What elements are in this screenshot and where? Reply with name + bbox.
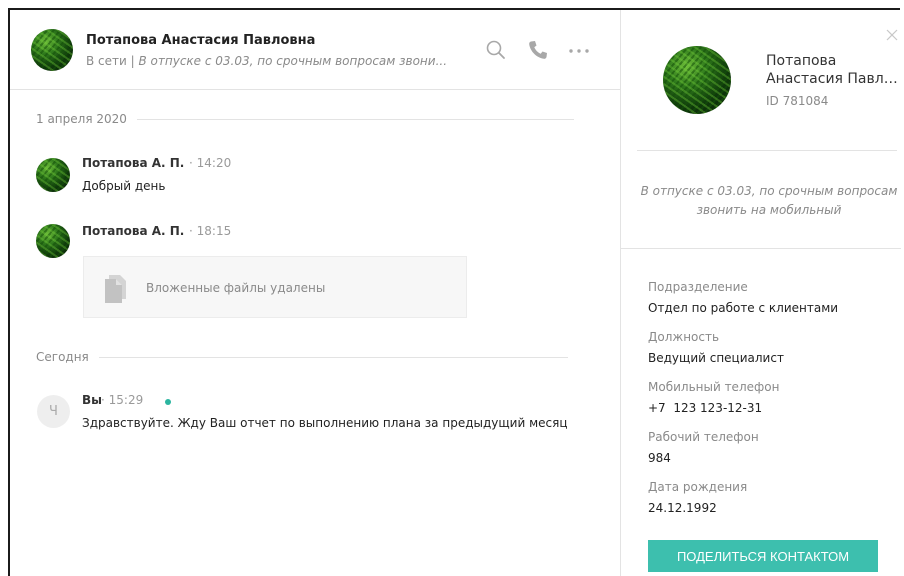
contact-status: В сети | В отпуске с 03.03, по срочным в…	[86, 54, 466, 68]
message-time: · 18:15	[189, 224, 232, 238]
online-status: В сети	[86, 54, 127, 68]
profile-avatar	[663, 46, 731, 114]
chat-header: Потапова Анастасия Павловна В сети | В о…	[10, 10, 620, 90]
profile-status-note: В отпуске с 03.03, по срочным вопросам з…	[640, 184, 898, 217]
separator-line	[136, 118, 574, 120]
field-value-work-phone[interactable]: 984	[648, 451, 671, 465]
profile-name-line2: Анастасия Павло...	[766, 71, 898, 87]
my-avatar: Ч	[37, 395, 70, 428]
field-value-position: Ведущий специалист	[648, 351, 784, 365]
profile-name: Потапова Анастасия Павло...	[766, 52, 898, 88]
field-label-position: Должность	[648, 330, 720, 344]
field-value-mobile[interactable]: +7 123 123-12-31	[648, 401, 762, 415]
message-time: · 14:20	[189, 156, 232, 170]
read-status-dot	[165, 399, 171, 405]
message-time: · 15:29	[101, 393, 144, 407]
message-author[interactable]: Потапова А. П.	[82, 156, 184, 170]
profile-id: ID 781084	[766, 94, 829, 108]
message-author: Вы	[82, 393, 102, 407]
message-text: Добрый день	[82, 179, 166, 193]
contact-avatar[interactable]	[31, 29, 73, 71]
close-icon[interactable]	[886, 26, 898, 45]
more-icon[interactable]	[567, 40, 591, 64]
field-label-birthday: Дата рождения	[648, 480, 748, 494]
message-author[interactable]: Потапова А. П.	[82, 224, 184, 238]
field-value-department: Отдел по работе с клиентами	[648, 301, 839, 315]
field-label-work-phone: Рабочий телефон	[648, 430, 759, 444]
date-label: 1 апреля 2020	[36, 112, 127, 126]
attachment-text: Вложенные файлы удалены	[146, 281, 326, 295]
date-label: Сегодня	[36, 350, 89, 364]
date-separator: 1 апреля 2020	[36, 112, 574, 126]
message-avatar[interactable]	[36, 158, 70, 192]
status-separator: |	[126, 54, 139, 68]
file-icon	[101, 273, 131, 309]
date-separator: Сегодня	[36, 350, 568, 364]
divider	[621, 248, 901, 249]
field-value-birthday: 24.12.1992	[648, 501, 717, 515]
away-status: В отпуске с 03.03, по срочным вопросам з…	[138, 54, 448, 68]
message-text: Здравствуйте. Жду Ваш отчет по выполнени…	[82, 416, 568, 430]
divider	[637, 150, 897, 151]
message-avatar[interactable]	[36, 224, 70, 258]
field-label-mobile: Мобильный телефон	[648, 380, 780, 394]
chat-panel: Потапова Анастасия Павловна В сети | В о…	[10, 10, 620, 576]
attachment-card[interactable]: Вложенные файлы удалены	[83, 256, 467, 318]
search-icon[interactable]	[486, 40, 506, 64]
field-label-department: Подразделение	[648, 280, 748, 294]
share-contact-button[interactable]: ПОДЕЛИТЬСЯ КОНТАКТОМ	[648, 540, 878, 572]
profile-name-line1: Потапова	[766, 53, 837, 69]
contact-name[interactable]: Потапова Анастасия Павловна	[86, 33, 315, 48]
phone-icon[interactable]	[527, 39, 549, 65]
separator-line	[98, 356, 568, 358]
profile-panel: Потапова Анастасия Павло... ID 781084 В …	[620, 10, 901, 576]
